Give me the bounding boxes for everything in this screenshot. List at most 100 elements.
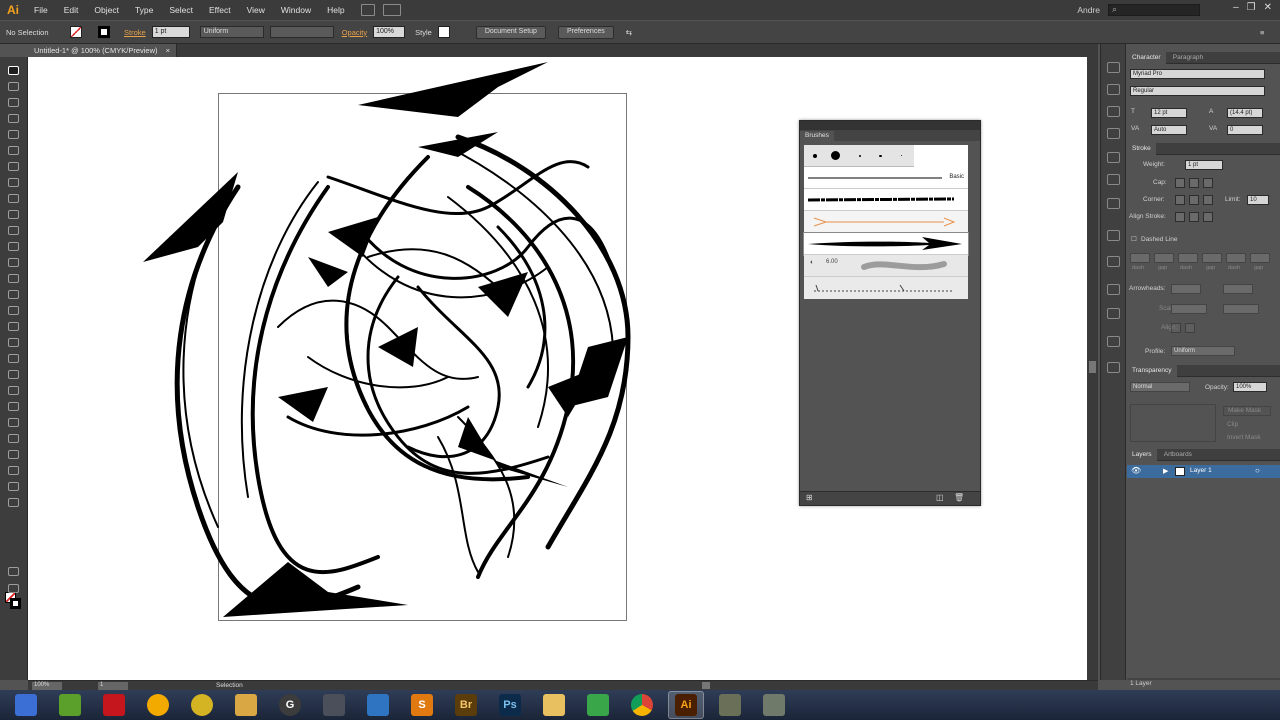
extend-arrow-button[interactable] <box>1171 323 1181 333</box>
artboard-navigation-field[interactable]: 1 <box>98 682 128 690</box>
brush-library-list[interactable]: Basic ◐ 6.00 <box>803 145 969 299</box>
free-transform-tool-icon[interactable] <box>8 306 19 315</box>
slice-tool-icon[interactable] <box>8 466 19 475</box>
brush-libraries-menu-icon[interactable]: ⊞ <box>806 493 813 502</box>
magic-wand-tool-icon[interactable] <box>8 98 19 107</box>
navigator-icon[interactable] <box>1107 362 1120 373</box>
taskbar-app-1[interactable] <box>52 691 88 719</box>
visibility-eye-icon[interactable]: 👁 <box>1131 466 1141 475</box>
menu-select[interactable]: Select <box>161 5 201 15</box>
leading-field[interactable]: (14.4 pt) <box>1227 108 1263 118</box>
artboards-tab[interactable]: Artboards <box>1159 449 1197 461</box>
taskbar-app-6[interactable]: G <box>272 691 308 719</box>
taskbar-app-10[interactable]: Br <box>448 691 484 719</box>
artboard-tool-icon[interactable] <box>8 450 19 459</box>
zoom-tool-icon[interactable] <box>8 498 19 507</box>
mesh-tool-icon[interactable] <box>8 354 19 363</box>
opacity-label[interactable]: Opacity <box>342 28 367 37</box>
dashed-line-checkbox[interactable]: ☐ <box>1131 235 1137 243</box>
vertical-scrollbar[interactable] <box>1087 57 1098 680</box>
brush-1pt-round[interactable] <box>859 155 861 157</box>
perspective-grid-tool-icon[interactable] <box>8 338 19 347</box>
blob-brush-tool-icon[interactable] <box>8 226 19 235</box>
end-scale-field[interactable] <box>1223 304 1259 314</box>
bevel-join-button[interactable] <box>1203 195 1213 205</box>
taskbar-app-15[interactable]: Ai <box>668 691 704 719</box>
brush-fine-dot[interactable] <box>901 155 902 156</box>
font-family-dropdown[interactable]: Myriad Pro <box>1130 69 1265 79</box>
gap-3-field[interactable] <box>1250 253 1270 263</box>
zoom-level-field[interactable]: 100% <box>32 682 62 690</box>
taskbar-app-4[interactable] <box>184 691 220 719</box>
taskbar-app-9[interactable]: S <box>404 691 440 719</box>
gap-2-field[interactable] <box>1202 253 1222 263</box>
menu-window[interactable]: Window <box>273 5 319 15</box>
arrow-brush-row[interactable] <box>803 232 969 256</box>
width-tool-icon[interactable] <box>8 290 19 299</box>
gap-1-field[interactable] <box>1154 253 1174 263</box>
gradient-tool-icon[interactable] <box>8 370 19 379</box>
stroke-swatch[interactable] <box>98 26 110 38</box>
lasso-tool-icon[interactable] <box>8 114 19 123</box>
font-size-field[interactable]: 12 pt <box>1151 108 1187 118</box>
brush-3pt-round[interactable] <box>813 154 817 158</box>
dash-1-field[interactable] <box>1130 253 1150 263</box>
blend-tool-icon[interactable] <box>8 402 19 411</box>
brush-10pt-round[interactable] <box>831 151 840 160</box>
expand-layer-icon[interactable]: ▶ <box>1163 467 1168 475</box>
arrange-documents-icon[interactable] <box>382 4 401 16</box>
taskbar-app-0[interactable] <box>8 691 44 719</box>
make-mask-button[interactable]: Make Mask <box>1223 406 1271 416</box>
control-menu-icon[interactable]: ≡ <box>1260 28 1264 37</box>
round-join-button[interactable] <box>1189 195 1199 205</box>
delete-brush-icon[interactable]: 🗑 <box>954 493 964 502</box>
target-icon[interactable]: ○ <box>1255 466 1260 475</box>
stroke-weight-field[interactable]: 1 pt <box>151 26 190 38</box>
gradient-icon[interactable] <box>1107 308 1120 319</box>
layer-name[interactable]: Layer 1 <box>1190 467 1212 474</box>
align-center-button[interactable] <box>1175 212 1185 222</box>
brushes-tab[interactable]: Brushes <box>800 131 834 142</box>
scale-tool-icon[interactable] <box>8 274 19 283</box>
miter-limit-field[interactable]: 10 <box>1247 195 1269 205</box>
brush-definition-dropdown[interactable] <box>269 26 334 38</box>
start-arrowhead-dropdown[interactable] <box>1171 284 1201 294</box>
taskbar-app-16[interactable] <box>712 691 748 719</box>
user-name[interactable]: Andre <box>1077 5 1100 15</box>
variable-width-profile[interactable]: Uniform <box>199 26 264 38</box>
menu-file[interactable]: File <box>26 5 56 15</box>
hand-tool-icon[interactable] <box>8 482 19 491</box>
actions-icon[interactable] <box>1107 336 1120 347</box>
menu-effect[interactable]: Effect <box>201 5 239 15</box>
paragraph-tab[interactable]: Paragraph <box>1168 52 1208 64</box>
align-outside-button[interactable] <box>1203 212 1213 222</box>
menu-object[interactable]: Object <box>86 5 127 15</box>
kerning-field[interactable]: Auto <box>1151 125 1187 135</box>
menu-type[interactable]: Type <box>127 5 161 15</box>
direct-selection-tool-icon[interactable] <box>8 82 19 91</box>
new-brush-icon[interactable]: ◫ <box>936 493 944 502</box>
character-tab[interactable]: Character <box>1127 52 1166 64</box>
help-search-input[interactable]: ⌕ <box>1108 4 1200 16</box>
pathfinder-icon[interactable] <box>1107 284 1120 295</box>
preferences-button[interactable]: Preferences <box>557 25 614 39</box>
symbols-icon[interactable] <box>1107 152 1120 163</box>
line-tool-icon[interactable] <box>8 162 19 171</box>
width-profile-dropdown[interactable]: Uniform <box>1171 346 1235 356</box>
start-scale-field[interactable] <box>1171 304 1207 314</box>
place-arrow-button[interactable] <box>1185 323 1195 333</box>
invert-mask-checkbox[interactable]: Invert Mask <box>1227 434 1261 441</box>
bridge-icon[interactable] <box>360 4 375 16</box>
graph-tool-icon[interactable] <box>8 434 19 443</box>
taskbar-app-8[interactable] <box>360 691 396 719</box>
taskbar-app-14[interactable] <box>624 691 660 719</box>
close-icon[interactable]: ✕ <box>1264 2 1272 13</box>
brushes-panel-titlebar[interactable] <box>800 121 980 130</box>
align-inside-button[interactable] <box>1189 212 1199 222</box>
butt-cap-button[interactable] <box>1175 178 1185 188</box>
taskbar-app-11[interactable]: Ps <box>492 691 528 719</box>
taskbar-app-5[interactable] <box>228 691 264 719</box>
taskbar-app-17[interactable] <box>756 691 792 719</box>
menu-edit[interactable]: Edit <box>56 5 87 15</box>
round-cap-button[interactable] <box>1189 178 1199 188</box>
